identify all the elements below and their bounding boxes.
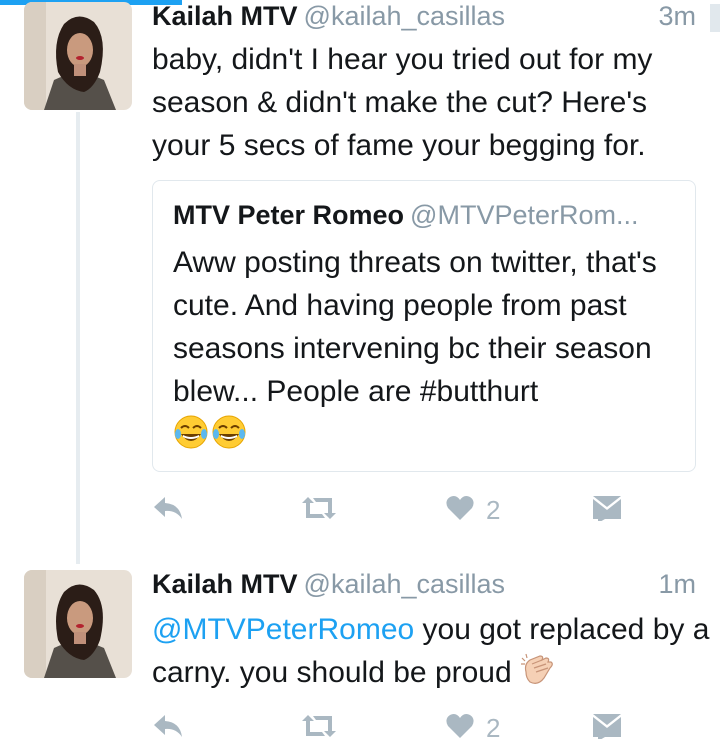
direct-message-button[interactable] bbox=[592, 710, 622, 746]
tweet-actions: 2 bbox=[152, 492, 632, 528]
envelope-icon bbox=[592, 495, 622, 526]
quoted-tweet-text: Aww posting threats on twitter, that's c… bbox=[173, 241, 677, 462]
tweet-header: Kailah MTV @kailah_casillas 1m bbox=[152, 568, 696, 600]
scroll-edge-indicator bbox=[710, 4, 720, 32]
like-button[interactable]: 2 bbox=[446, 710, 500, 746]
retweet-button[interactable] bbox=[300, 492, 338, 528]
quoted-user-handle: @MTVPeterRom... bbox=[410, 200, 639, 230]
tweet-text: @MTVPeterRomeo you got replaced by a car… bbox=[152, 608, 712, 700]
reply-icon bbox=[152, 494, 184, 527]
reply-icon bbox=[152, 712, 184, 745]
tweet-actions: 2 bbox=[152, 710, 632, 746]
heart-icon bbox=[446, 495, 474, 526]
tweet-text: baby, didn't I hear you tried out for my… bbox=[152, 43, 653, 162]
direct-message-button[interactable] bbox=[592, 492, 622, 528]
timestamp[interactable]: 1m bbox=[658, 568, 696, 600]
mention-link[interactable]: @MTVPeterRomeo bbox=[152, 613, 414, 646]
thread-connector-line bbox=[76, 112, 80, 564]
quoted-text-body: Aww posting threats on twitter, that's c… bbox=[173, 246, 657, 408]
clapping-hands-icon bbox=[520, 652, 556, 700]
user-handle[interactable]: @kailah_casillas bbox=[304, 1, 506, 31]
like-button[interactable]: 2 bbox=[446, 492, 500, 528]
user-handle[interactable]: @kailah_casillas bbox=[304, 569, 506, 599]
avatar[interactable] bbox=[24, 2, 132, 110]
timestamp[interactable]: 3m bbox=[658, 0, 696, 32]
reply-button[interactable] bbox=[152, 710, 184, 746]
reply-button[interactable] bbox=[152, 492, 184, 528]
face-with-tears-of-joy-icon bbox=[173, 414, 247, 462]
like-count: 2 bbox=[486, 712, 501, 743]
heart-icon bbox=[446, 713, 474, 744]
quoted-tweet[interactable]: MTV Peter Romeo @MTVPeterRom... Aww posti… bbox=[152, 180, 696, 472]
avatar[interactable] bbox=[24, 570, 132, 678]
retweet-button[interactable] bbox=[300, 710, 338, 746]
display-name[interactable]: Kailah MTV bbox=[152, 569, 298, 599]
quoted-display-name: MTV Peter Romeo bbox=[173, 200, 405, 230]
display-name[interactable]: Kailah MTV bbox=[152, 1, 298, 31]
like-count: 2 bbox=[486, 494, 501, 525]
quoted-tweet-header: MTV Peter Romeo @MTVPeterRom... bbox=[173, 199, 677, 231]
retweet-icon bbox=[300, 494, 338, 527]
envelope-icon bbox=[592, 713, 622, 744]
retweet-icon bbox=[300, 712, 338, 745]
tweet-header: Kailah MTV @kailah_casillas 3m bbox=[152, 0, 696, 32]
